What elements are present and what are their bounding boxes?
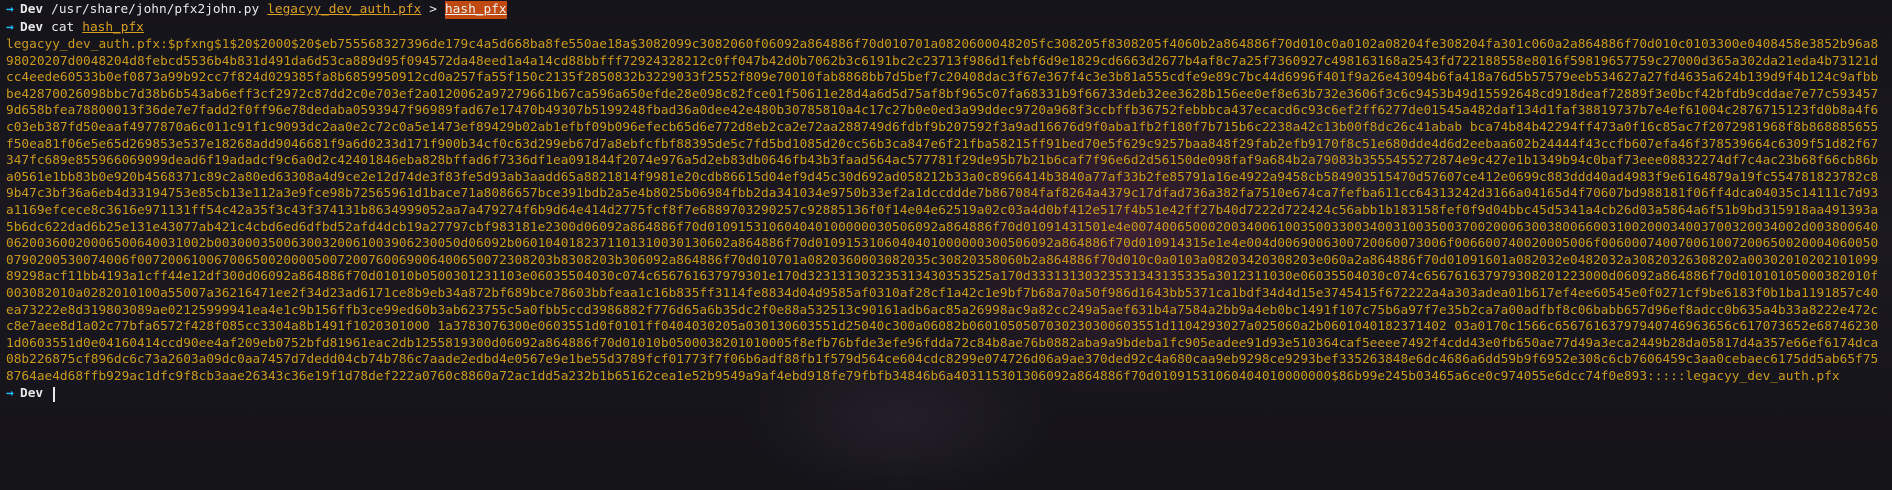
command-line-current[interactable]: → Dev: [6, 385, 1886, 403]
prompt-directory: Dev: [20, 2, 44, 17]
prompt-directory: Dev: [20, 20, 44, 35]
command-argument-file[interactable]: legacyy_dev_auth.pfx: [267, 1, 421, 19]
command-line-1: → Dev /usr/share/john/pfx2john.py legacy…: [6, 1, 1886, 19]
command-argument-file[interactable]: hash_pfx: [82, 19, 144, 37]
redirect-operator: >: [429, 2, 437, 17]
text-cursor: [53, 386, 56, 402]
command-line-2: → Dev cat hash_pfx: [6, 19, 1886, 37]
terminal-window[interactable]: → Dev /usr/share/john/pfx2john.py legacy…: [6, 1, 1886, 487]
command-text: cat: [51, 20, 75, 35]
prompt-arrow-icon: →: [6, 386, 14, 402]
command-text: /usr/share/john/pfx2john.py: [51, 2, 260, 17]
prompt-arrow-icon: →: [6, 20, 14, 35]
prompt-arrow-icon: →: [6, 2, 14, 17]
hash-output-text: legacyy_dev_auth.pfx:$pfxng$1$20$2000$20…: [6, 37, 1879, 384]
prompt-directory: Dev: [20, 386, 44, 402]
redirect-output-file[interactable]: hash_pfx: [444, 1, 507, 19]
